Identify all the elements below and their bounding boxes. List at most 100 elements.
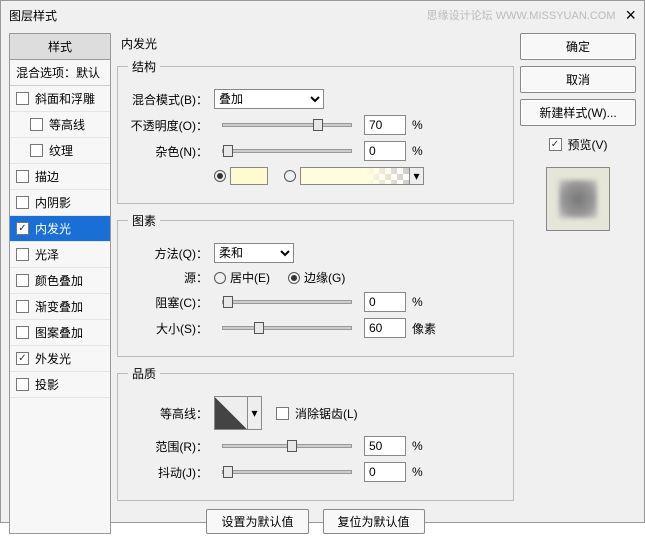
range-label: 范围(R)： bbox=[128, 438, 214, 455]
jitter-label: 抖动(J)： bbox=[128, 464, 214, 481]
opacity-slider[interactable] bbox=[222, 123, 352, 127]
style-item-label: 外发光 bbox=[35, 350, 71, 367]
quality-legend: 品质 bbox=[128, 365, 160, 382]
noise-label: 杂色(N)： bbox=[128, 143, 214, 160]
method-select[interactable]: 柔和 bbox=[214, 243, 294, 263]
color-radio[interactable] bbox=[214, 170, 226, 182]
style-item-5[interactable]: 内发光 bbox=[10, 216, 110, 242]
source-center-radio[interactable] bbox=[214, 272, 226, 284]
style-item-label: 等高线 bbox=[49, 116, 85, 133]
size-slider[interactable] bbox=[222, 326, 352, 330]
dialog-title: 图层样式 bbox=[9, 7, 57, 24]
style-item-label: 斜面和浮雕 bbox=[35, 90, 95, 107]
elements-group: 图素 方法(Q)： 柔和 源： 居中(E) 边缘(G) 阻塞(C)： bbox=[117, 212, 514, 357]
layer-style-dialog: 图层样式 思缘设计论坛 WWW.MISSYUAN.COM × 样式 混合选项：默… bbox=[0, 0, 645, 523]
range-unit: % bbox=[412, 439, 423, 453]
style-item-7[interactable]: 颜色叠加 bbox=[10, 268, 110, 294]
opacity-label: 不透明度(O)： bbox=[128, 117, 214, 134]
style-item-label: 内阴影 bbox=[35, 194, 71, 211]
style-item-checkbox[interactable] bbox=[16, 274, 29, 287]
settings-panel: 内发光 结构 混合模式(B)： 叠加 不透明度(O)： % 杂色(N)： bbox=[117, 33, 514, 534]
gradient-swatch[interactable] bbox=[300, 167, 410, 185]
source-edge-label: 边缘(G) bbox=[304, 269, 345, 286]
choke-input[interactable] bbox=[364, 292, 406, 312]
style-list-panel: 样式 混合选项：默认 斜面和浮雕等高线纹理描边内阴影内发光光泽颜色叠加渐变叠加图… bbox=[9, 33, 111, 534]
jitter-input[interactable] bbox=[364, 462, 406, 482]
set-default-button[interactable]: 设置为默认值 bbox=[206, 509, 308, 534]
noise-input[interactable] bbox=[364, 141, 406, 161]
close-icon[interactable]: × bbox=[625, 5, 636, 26]
contour-dropdown[interactable]: ▾ bbox=[248, 396, 262, 430]
gradient-radio[interactable] bbox=[284, 170, 296, 182]
style-item-1[interactable]: 等高线 bbox=[10, 112, 110, 138]
size-label: 大小(S)： bbox=[128, 320, 214, 337]
source-label: 源： bbox=[128, 269, 214, 286]
style-item-checkbox[interactable] bbox=[16, 196, 29, 209]
style-item-checkbox[interactable] bbox=[16, 248, 29, 261]
watermark: 思缘设计论坛 WWW.MISSYUAN.COM bbox=[427, 7, 616, 23]
range-slider[interactable] bbox=[222, 444, 352, 448]
blend-options-default[interactable]: 混合选项：默认 bbox=[10, 60, 110, 86]
structure-legend: 结构 bbox=[128, 58, 160, 75]
style-item-label: 渐变叠加 bbox=[35, 298, 83, 315]
style-item-11[interactable]: 投影 bbox=[10, 372, 110, 398]
source-edge-radio[interactable] bbox=[288, 272, 300, 284]
choke-label: 阻塞(C)： bbox=[128, 294, 214, 311]
blend-mode-select[interactable]: 叠加 bbox=[214, 89, 324, 109]
titlebar: 图层样式 思缘设计论坛 WWW.MISSYUAN.COM × bbox=[1, 1, 644, 29]
choke-unit: % bbox=[412, 295, 423, 309]
contour-label: 等高线： bbox=[128, 405, 214, 422]
quality-group: 品质 等高线： ▾ 消除锯齿(L) 范围(R)： % 抖动(J)： bbox=[117, 365, 514, 501]
gradient-dropdown[interactable]: ▾ bbox=[410, 167, 424, 185]
jitter-unit: % bbox=[412, 465, 423, 479]
size-input[interactable] bbox=[364, 318, 406, 338]
contour-picker[interactable] bbox=[214, 396, 248, 430]
style-list-header: 样式 bbox=[10, 34, 110, 60]
panel-title: 内发光 bbox=[117, 33, 514, 58]
preview-checkbox[interactable] bbox=[549, 138, 562, 151]
method-label: 方法(Q)： bbox=[128, 245, 214, 262]
style-item-checkbox[interactable] bbox=[16, 92, 29, 105]
style-item-2[interactable]: 纹理 bbox=[10, 138, 110, 164]
style-item-6[interactable]: 光泽 bbox=[10, 242, 110, 268]
source-center-label: 居中(E) bbox=[230, 269, 270, 286]
style-item-10[interactable]: 外发光 bbox=[10, 346, 110, 372]
noise-slider[interactable] bbox=[222, 149, 352, 153]
elements-legend: 图素 bbox=[128, 212, 160, 229]
style-item-checkbox[interactable] bbox=[16, 170, 29, 183]
style-item-label: 纹理 bbox=[49, 142, 73, 159]
antialias-checkbox[interactable] bbox=[276, 407, 289, 420]
opacity-unit: % bbox=[412, 118, 423, 132]
color-swatch[interactable] bbox=[230, 167, 268, 185]
style-item-checkbox[interactable] bbox=[16, 378, 29, 391]
new-style-button[interactable]: 新建样式(W)... bbox=[520, 99, 636, 126]
style-item-label: 描边 bbox=[35, 168, 59, 185]
reset-default-button[interactable]: 复位为默认值 bbox=[323, 509, 425, 534]
style-item-label: 投影 bbox=[35, 376, 59, 393]
style-item-checkbox[interactable] bbox=[16, 326, 29, 339]
style-item-label: 光泽 bbox=[35, 246, 59, 263]
style-item-checkbox[interactable] bbox=[16, 222, 29, 235]
choke-slider[interactable] bbox=[222, 300, 352, 304]
style-item-4[interactable]: 内阴影 bbox=[10, 190, 110, 216]
action-panel: 确定 取消 新建样式(W)... 预览(V) bbox=[520, 33, 636, 534]
style-item-checkbox[interactable] bbox=[16, 352, 29, 365]
style-item-checkbox[interactable] bbox=[16, 300, 29, 313]
jitter-slider[interactable] bbox=[222, 470, 352, 474]
preview-label: 预览(V) bbox=[568, 136, 608, 153]
style-item-9[interactable]: 图案叠加 bbox=[10, 320, 110, 346]
range-input[interactable] bbox=[364, 436, 406, 456]
structure-group: 结构 混合模式(B)： 叠加 不透明度(O)： % 杂色(N)： % bbox=[117, 58, 514, 204]
style-item-label: 图案叠加 bbox=[35, 324, 83, 341]
style-item-3[interactable]: 描边 bbox=[10, 164, 110, 190]
style-item-checkbox[interactable] bbox=[30, 118, 43, 131]
opacity-input[interactable] bbox=[364, 115, 406, 135]
style-item-checkbox[interactable] bbox=[30, 144, 43, 157]
style-item-8[interactable]: 渐变叠加 bbox=[10, 294, 110, 320]
style-item-0[interactable]: 斜面和浮雕 bbox=[10, 86, 110, 112]
cancel-button[interactable]: 取消 bbox=[520, 66, 636, 93]
antialias-label: 消除锯齿(L) bbox=[295, 405, 358, 422]
style-item-label: 内发光 bbox=[35, 220, 71, 237]
ok-button[interactable]: 确定 bbox=[520, 33, 636, 60]
style-item-label: 颜色叠加 bbox=[35, 272, 83, 289]
